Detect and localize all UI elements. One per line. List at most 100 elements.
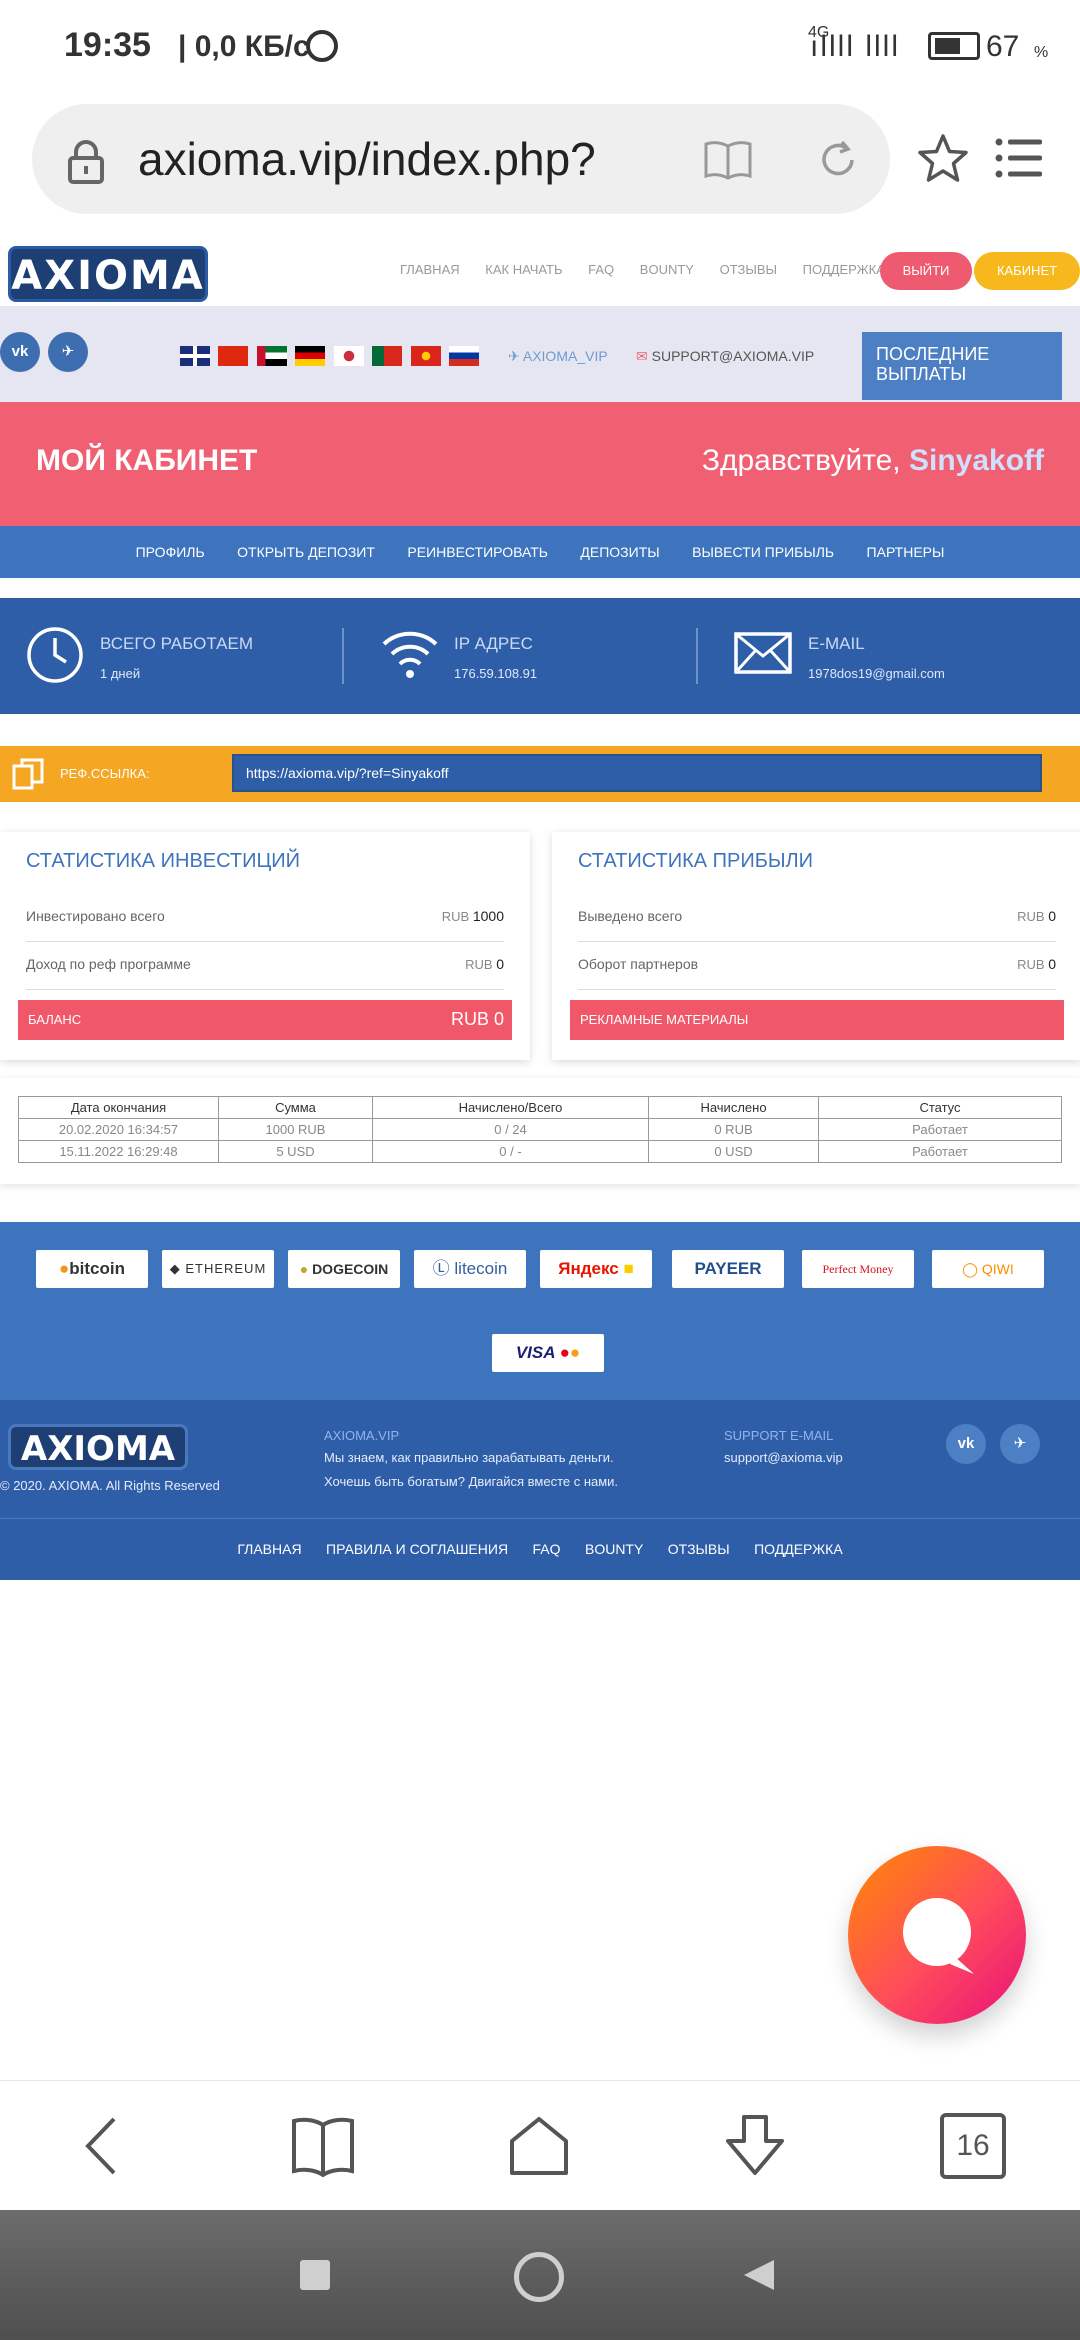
browser-toolbar: 16 — [0, 2080, 1080, 2210]
card-title: СТАТИСТИКА ИНВЕСТИЦИЙ — [26, 850, 301, 872]
stat-label: Доход по реф программе — [26, 956, 191, 972]
divider — [342, 628, 344, 684]
footer-nav-rules[interactable]: ПРАВИЛА И СОГЛАШЕНИЯ — [326, 1519, 508, 1579]
column-header: Статус — [818, 1096, 1062, 1119]
home-icon[interactable] — [506, 2113, 572, 2179]
footer-logo[interactable]: AXIOMA — [8, 1424, 188, 1470]
stat-label: Выведено всего — [578, 908, 683, 924]
address-bar[interactable]: axioma.vip/index.php? — [32, 104, 890, 214]
stat-value: RUB 0 — [465, 956, 504, 972]
status-bar: 19:35 | 0,0 КБ/с 4G ıllll llll 67 % — [0, 0, 1080, 96]
ethereum-logo: ◆ ETHEREUM — [162, 1250, 274, 1288]
last-payouts-button[interactable]: ПОСЛЕДНИЕ ВЫПЛАТЫ — [862, 332, 1062, 400]
table-cell: 0 RUB — [648, 1118, 819, 1141]
bookmark-star-icon[interactable] — [916, 132, 970, 186]
flag-germany-icon[interactable] — [295, 346, 326, 366]
lock-icon — [68, 140, 104, 184]
chat-button[interactable] — [848, 1846, 1026, 2024]
table-cell: 0 / - — [372, 1140, 649, 1163]
battery-percent-sign: % — [1034, 44, 1049, 61]
table-cell: Работает — [818, 1118, 1062, 1141]
ref-link-field[interactable]: https://axioma.vip/?ref=Sinyakoff — [232, 754, 1042, 792]
nav-bounty[interactable]: BOUNTY — [640, 262, 694, 277]
nav-faq[interactable]: FAQ — [588, 262, 614, 277]
flag-china-icon[interactable] — [218, 346, 249, 366]
flag-portugal-icon[interactable] — [372, 346, 403, 366]
table-row: 15.11.2022 16:29:48 5 USD 0 / - 0 USD Ра… — [18, 1140, 1062, 1163]
work-days-block: ВСЕГО РАБОТАЕМ 1 дней — [0, 598, 340, 714]
stat-value: RUB 0 — [1017, 956, 1056, 972]
balance-value: RUB 0 — [450, 1009, 504, 1029]
footer-nav-faq[interactable]: FAQ — [533, 1519, 561, 1579]
logout-button[interactable]: ВЫЙТИ — [880, 252, 972, 290]
home-nav-icon[interactable] — [514, 2252, 564, 2302]
email-label: E-MAIL — [808, 634, 865, 653]
promo-materials-button[interactable]: РЕКЛАМНЫЕ МАТЕРИАЛЫ — [570, 1000, 1064, 1040]
divider — [696, 628, 698, 684]
footer-text-1: Мы знаем, как правильно зарабатывать ден… — [324, 1450, 614, 1465]
footer-vk-icon[interactable]: vk — [946, 1424, 986, 1464]
tabs-counter-button[interactable]: 16 — [940, 2113, 1006, 2179]
menu-profile[interactable]: ПРОФИЛЬ — [136, 526, 205, 578]
footer-nav: ГЛАВНАЯ ПРАВИЛА И СОГЛАШЕНИЯ FAQ BOUNTY … — [0, 1518, 1080, 1580]
url-text[interactable]: axioma.vip/index.php? — [138, 132, 596, 186]
page-title: МОЙ КАБИНЕТ — [36, 444, 258, 477]
menu-partners[interactable]: ПАРТНЕРЫ — [867, 526, 945, 578]
telegram-icon[interactable]: ✈ — [48, 332, 88, 372]
stat-value: RUB 0 — [1017, 908, 1056, 924]
footer-support-email[interactable]: support@axioma.vip — [724, 1450, 843, 1465]
flag-korea-icon[interactable] — [333, 346, 364, 366]
menu-open-deposit[interactable]: ОТКРЫТЬ ДЕПОЗИТ — [237, 526, 375, 578]
payeer-logo: PAYEER — [672, 1250, 784, 1288]
stat-row: Доход по реф программе RUB 0 — [26, 942, 504, 990]
flag-vietnam-icon[interactable] — [410, 346, 441, 366]
site-logo[interactable]: AXIOMA — [8, 246, 208, 302]
vk-icon[interactable]: vk — [0, 332, 40, 372]
nav-reviews[interactable]: ОТЗЫВЫ — [720, 262, 777, 277]
footer-nav-home[interactable]: ГЛАВНАЯ — [237, 1519, 301, 1579]
ref-link-label: РЕФ.ССЫЛКА: — [60, 766, 150, 781]
back-nav-icon[interactable] — [742, 2258, 776, 2292]
footer-nav-support[interactable]: ПОДДЕРЖКА — [754, 1519, 843, 1579]
nav-home[interactable]: ГЛАВНАЯ — [400, 262, 460, 277]
footer-telegram-icon[interactable]: ✈ — [1000, 1424, 1040, 1464]
cabinet-button[interactable]: КАБИНЕТ — [974, 252, 1080, 290]
menu-deposits[interactable]: ДЕПОЗИТЫ — [580, 526, 659, 578]
footer-nav-reviews[interactable]: ОТЗЫВЫ — [668, 1519, 730, 1579]
footer-brand-heading: AXIOMA.VIP — [324, 1428, 400, 1443]
table-header-row: Дата окончания Сумма Начислено/Всего Нач… — [18, 1096, 1062, 1119]
site-footer: AXIOMA © 2020. AXIOMA. All Rights Reserv… — [0, 1400, 1080, 1518]
table-cell: 15.11.2022 16:29:48 — [18, 1140, 219, 1163]
footer-nav-bounty[interactable]: BOUNTY — [585, 1519, 643, 1579]
copy-icon[interactable] — [12, 758, 44, 790]
menu-withdraw[interactable]: ВЫВЕСТИ ПРИБЫЛЬ — [692, 526, 834, 578]
signal-icon: ıllll llll — [810, 30, 900, 63]
flag-uk-icon[interactable] — [180, 346, 210, 366]
nav-support[interactable]: ПОДДЕРЖКА — [803, 262, 885, 277]
bookmarks-icon[interactable] — [290, 2113, 356, 2179]
flag-russia-icon[interactable] — [449, 346, 480, 366]
status-time: 19:35 — [64, 26, 151, 64]
support-mail-link[interactable]: ✉ SUPPORT@AXIOMA.VIP — [636, 348, 814, 365]
reader-mode-icon[interactable] — [704, 140, 752, 180]
nav-how-to-start[interactable]: КАК НАЧАТЬ — [485, 262, 562, 277]
table-cell: 1000 RUB — [218, 1118, 373, 1141]
column-header: Дата окончания — [18, 1096, 219, 1119]
ip-label: IP АДРЕС — [454, 634, 533, 653]
telegram-link[interactable]: ✈ AXIOMA_VIP — [508, 348, 608, 365]
ref-link-bar: РЕФ.ССЫЛКА: https://axioma.vip/?ref=Siny… — [0, 746, 1080, 802]
clock-icon — [27, 627, 83, 683]
menu-reinvest[interactable]: РЕИНВЕСТИРОВАТЬ — [407, 526, 548, 578]
visa-mastercard-logo: VISA ●● — [492, 1334, 604, 1372]
flag-uae-icon[interactable] — [256, 346, 287, 366]
work-value: 1 дней — [100, 666, 141, 681]
copyright: © 2020. AXIOMA. All Rights Reserved — [0, 1478, 220, 1493]
perfect-money-logo: Perfect Money — [802, 1250, 914, 1288]
recent-apps-icon[interactable] — [300, 2260, 330, 2290]
greeting: Здравствуйте, Sinyakoff — [701, 444, 1044, 477]
download-icon[interactable] — [722, 2113, 788, 2179]
table-row: 20.02.2020 16:34:57 1000 RUB 0 / 24 0 RU… — [18, 1118, 1062, 1141]
back-icon[interactable] — [74, 2113, 140, 2179]
reload-icon[interactable] — [816, 138, 860, 182]
browser-menu-icon[interactable] — [994, 136, 1044, 180]
